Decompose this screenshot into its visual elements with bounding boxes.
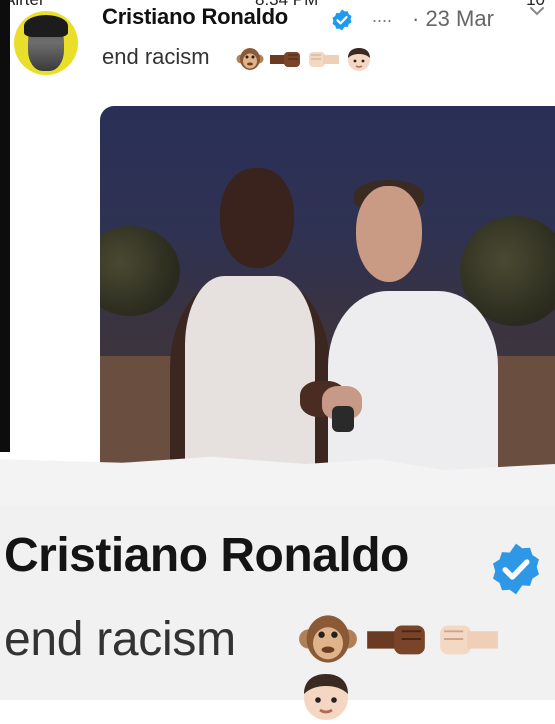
zoomed-emoji-row [298, 610, 555, 720]
monkey-face-icon [236, 48, 264, 70]
fist-left-dark-icon [367, 625, 426, 655]
tweet-author-name[interactable]: Cristiano Ronaldo [102, 4, 288, 30]
person-right-head [356, 186, 422, 282]
tweet-emoji-row [236, 46, 373, 72]
chevron-down-icon[interactable] [528, 2, 546, 20]
more-options[interactable]: .... [372, 6, 392, 27]
boy-face-icon [348, 48, 371, 71]
wrist-watch [332, 406, 354, 432]
monkey-face-icon [299, 615, 357, 663]
verified-badge-icon [493, 543, 539, 595]
fist-right-light-icon [440, 625, 498, 655]
avatar-hair [24, 15, 68, 37]
person-left-head [220, 168, 294, 268]
fist-right-light-icon [308, 52, 339, 67]
fist-left-dark-icon [270, 52, 301, 67]
tweet-text: end racism [102, 44, 210, 69]
left-edge-divider [0, 0, 10, 452]
zoomed-tweet-text: end racism [4, 613, 236, 666]
verified-badge-icon [332, 9, 352, 31]
tweet-photo[interactable] [100, 106, 555, 504]
tweet-date[interactable]: · 23 Mar [412, 6, 494, 32]
avatar[interactable] [14, 11, 78, 75]
background-tree [100, 226, 180, 316]
zoomed-author-name: Cristiano Ronaldo [4, 529, 409, 582]
boy-face-icon [304, 674, 348, 720]
